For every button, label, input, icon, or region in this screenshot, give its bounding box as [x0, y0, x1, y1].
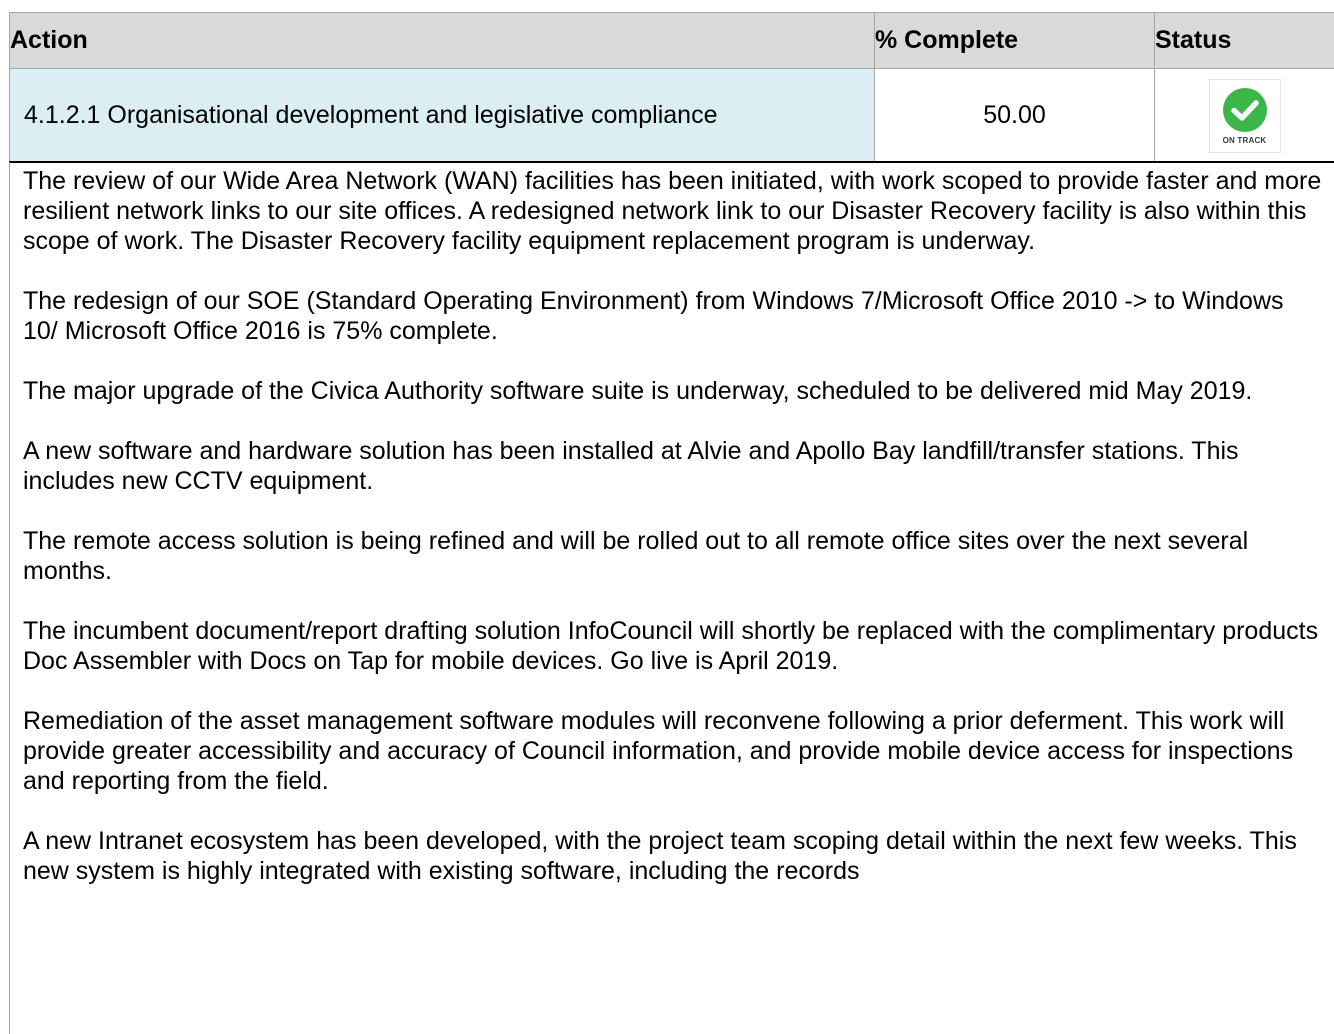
status-cell: ON TRACK — [1154, 68, 1334, 163]
header-action: Action — [9, 12, 875, 69]
header-status: Status — [1154, 12, 1334, 69]
table-row: 4.1.2.1 Organisational development and l… — [9, 68, 1334, 163]
paragraph: Remediation of the asset management soft… — [23, 707, 1294, 795]
paragraph: The review of our Wide Area Network (WAN… — [23, 167, 1322, 255]
percent-complete-cell: 50.00 — [874, 68, 1155, 163]
paragraph: The remote access solution is being refi… — [23, 527, 1249, 585]
paragraph: A new software and hardware solution has… — [23, 437, 1239, 495]
check-circle-icon — [1222, 87, 1267, 132]
left-border — [9, 162, 10, 1034]
action-cell: 4.1.2.1 Organisational development and l… — [9, 68, 875, 163]
paragraph: The redesign of our SOE (Standard Operat… — [23, 287, 1284, 345]
header-percent-complete: % Complete — [874, 12, 1155, 69]
page: Action % Complete Status 4.1.2.1 Organis… — [0, 0, 1334, 1034]
status-badge: ON TRACK — [1208, 78, 1281, 153]
action-table: Action % Complete Status 4.1.2.1 Organis… — [9, 12, 1334, 163]
paragraph: The incumbent document/report drafting s… — [23, 617, 1319, 675]
section-divider — [9, 161, 1334, 163]
paragraph: The major upgrade of the Civica Authorit… — [23, 377, 1253, 405]
paragraph: A new Intranet ecosystem has been develo… — [23, 827, 1297, 885]
table-header-row: Action % Complete Status — [9, 12, 1334, 69]
status-label: ON TRACK — [1222, 135, 1267, 145]
progress-commentary: The review of our Wide Area Network (WAN… — [23, 166, 1325, 916]
